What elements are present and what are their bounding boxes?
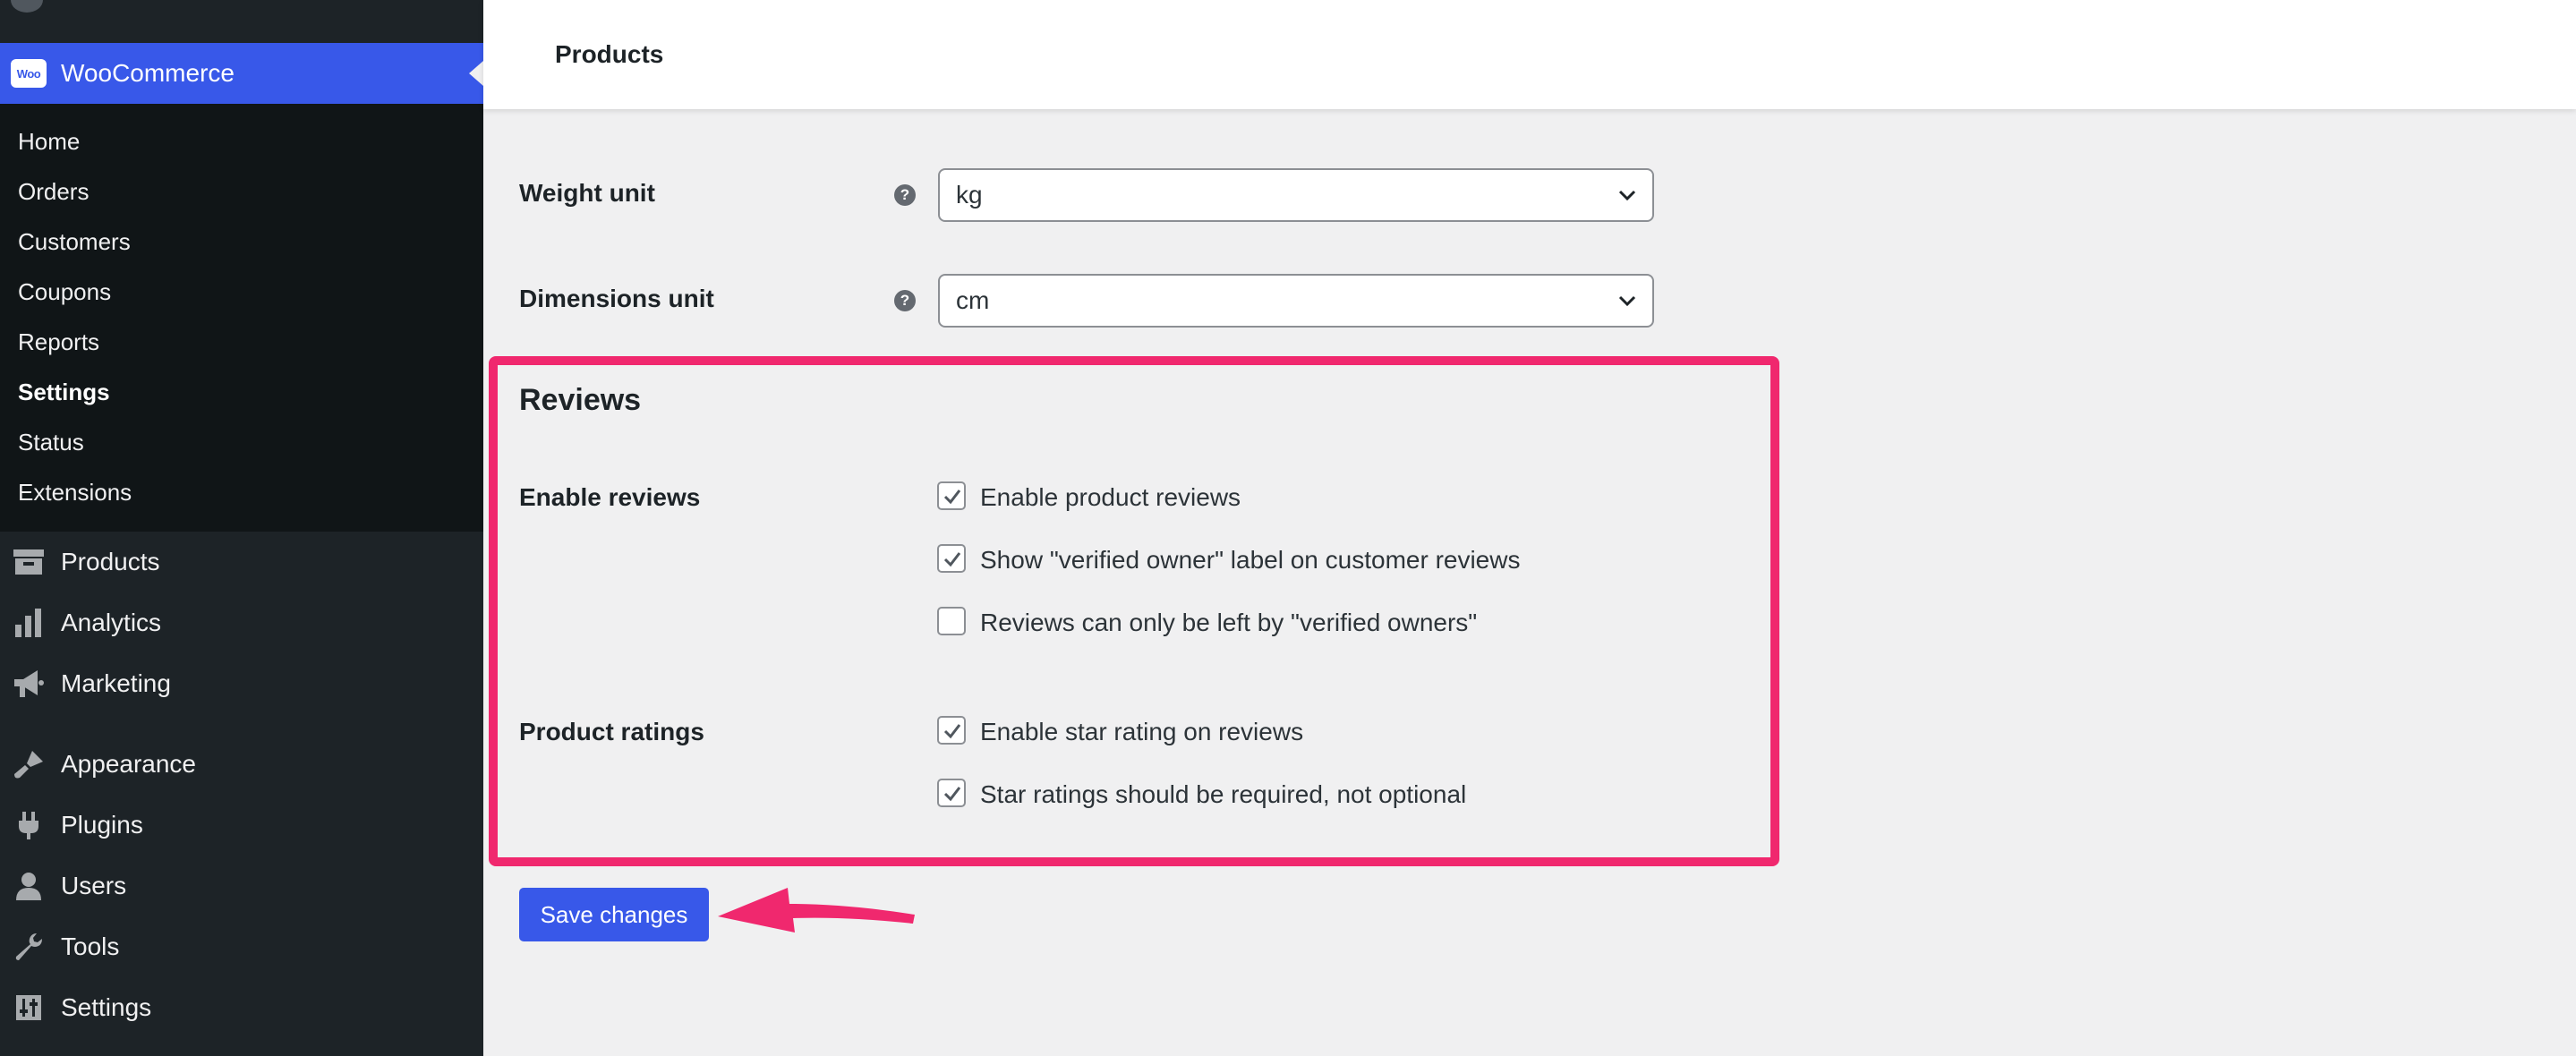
chevron-down-icon — [1618, 295, 1636, 307]
submenu-item-customers[interactable]: Customers — [18, 224, 131, 260]
sidebar-item-label: Analytics — [61, 609, 162, 636]
sidebar-item-label: Users — [61, 872, 127, 899]
enable-reviews-label: Enable reviews — [519, 483, 701, 511]
sidebar-item-analytics[interactable]: Analytics — [0, 596, 483, 650]
checkmark-icon — [943, 724, 961, 739]
checkbox-label[interactable]: Reviews can only be left by "verified ow… — [980, 609, 1477, 637]
sliders-icon — [11, 990, 47, 1026]
woocommerce-logo-icon: Woo — [11, 59, 47, 88]
checkbox-label[interactable]: Enable product reviews — [980, 483, 1241, 512]
submenu-item-settings[interactable]: Settings — [18, 374, 110, 410]
sidebar-item-appearance[interactable]: Appearance — [0, 737, 483, 791]
sidebar-item-marketing[interactable]: Marketing — [0, 657, 483, 711]
checkbox-label[interactable]: Star ratings should be required, not opt… — [980, 780, 1466, 809]
enable-star-rating-checkbox[interactable] — [937, 716, 966, 745]
enable-product-reviews-checkbox[interactable] — [937, 481, 966, 510]
megaphone-icon — [11, 666, 47, 702]
wrench-icon — [11, 929, 47, 965]
help-icon[interactable]: ? — [894, 290, 916, 311]
sidebar-item-label: Marketing — [61, 669, 171, 697]
sidebar-item-woocommerce[interactable]: Woo WooCommerce — [0, 43, 483, 104]
sidebar-item-tools[interactable]: Tools — [0, 920, 483, 974]
submenu-item-coupons[interactable]: Coupons — [18, 274, 111, 310]
page-header: Products — [483, 0, 2576, 109]
dimensions-unit-select[interactable]: cm — [938, 274, 1654, 328]
checkbox-label[interactable]: Show "verified owner" label on customer … — [980, 546, 1520, 575]
weight-unit-label: Weight unit — [519, 179, 655, 207]
archive-icon — [11, 544, 47, 580]
active-menu-pointer — [469, 61, 483, 86]
annotation-arrow-icon — [718, 888, 915, 933]
verified-owners-only-checkbox[interactable] — [937, 607, 966, 635]
bar-chart-icon — [11, 605, 47, 641]
checkmark-icon — [943, 552, 961, 567]
star-rating-required-checkbox[interactable] — [937, 779, 966, 807]
paintbrush-icon — [11, 746, 47, 782]
submenu-item-reports[interactable]: Reports — [18, 324, 99, 360]
sidebar-top-item[interactable] — [0, 0, 483, 43]
select-value: cm — [956, 286, 990, 314]
submenu-item-status[interactable]: Status — [18, 424, 84, 460]
sidebar-item-label: WooCommerce — [61, 59, 235, 87]
submenu-item-extensions[interactable]: Extensions — [18, 474, 132, 510]
sidebar-item-plugins[interactable]: Plugins — [0, 798, 483, 852]
page-title: Products — [555, 40, 664, 68]
chevron-down-icon — [1618, 190, 1636, 201]
sidebar-item-products[interactable]: Products — [0, 535, 483, 589]
dimensions-unit-label: Dimensions unit — [519, 285, 714, 312]
woocommerce-submenu: Home Orders Customers Coupons Reports Se… — [0, 104, 483, 532]
sidebar-item-users[interactable]: Users — [0, 859, 483, 913]
weight-unit-select[interactable]: kg — [938, 168, 1654, 222]
checkmark-icon — [943, 787, 961, 802]
sidebar-item-label: Plugins — [61, 811, 143, 839]
select-value: kg — [956, 181, 983, 209]
product-ratings-label: Product ratings — [519, 718, 704, 745]
user-icon — [11, 868, 47, 904]
checkbox-label[interactable]: Enable star rating on reviews — [980, 718, 1303, 746]
save-changes-button[interactable]: Save changes — [519, 888, 709, 941]
help-icon[interactable]: ? — [894, 184, 916, 206]
admin-sidebar: Woo WooCommerce Home Orders Customers Co… — [0, 0, 483, 1056]
sidebar-item-settings[interactable]: Settings — [0, 981, 483, 1035]
sidebar-item-label: Settings — [61, 993, 152, 1021]
submenu-item-orders[interactable]: Orders — [18, 174, 89, 209]
site-icon — [11, 0, 43, 13]
plug-icon — [11, 807, 47, 843]
checkmark-icon — [943, 490, 961, 505]
reviews-section-title: Reviews — [519, 383, 642, 417]
sidebar-item-label: Tools — [61, 933, 120, 960]
sidebar-item-label: Products — [61, 548, 160, 575]
verified-owner-label-checkbox[interactable] — [937, 544, 966, 573]
sidebar-item-label: Appearance — [61, 750, 197, 778]
submenu-item-home[interactable]: Home — [18, 123, 80, 159]
